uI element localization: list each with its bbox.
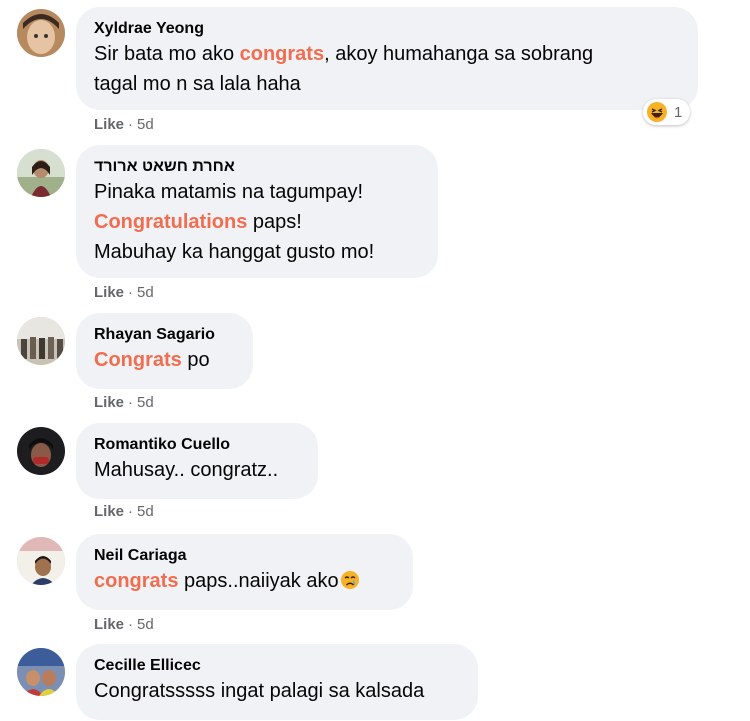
comment-author[interactable]: Cecille Ellicec — [94, 644, 460, 676]
comment-text: Congrats po — [94, 349, 210, 371]
avatar[interactable] — [17, 9, 65, 57]
comment-text: tagal mo n sa lala haha — [94, 73, 301, 95]
reaction-badge[interactable]: 1 — [643, 99, 691, 125]
comment-bubble: Romantiko Cuello Mahusay.. congratz.. — [76, 423, 318, 499]
highlighted-text: Congrats — [94, 349, 182, 371]
comment-meta: Like · 5d — [94, 616, 154, 633]
comment-text: Congratsssss ingat palagi sa kalsada — [94, 680, 425, 702]
avatar[interactable] — [17, 149, 65, 197]
avatar[interactable] — [17, 427, 65, 475]
comment-bubble: Neil Cariaga congrats paps..naiiyak ako — [76, 534, 413, 610]
comment-author[interactable]: Romantiko Cuello — [94, 423, 300, 455]
avatar[interactable] — [17, 317, 65, 365]
comment-author[interactable]: Xyldrae Yeong — [94, 7, 680, 39]
like-link[interactable]: Like — [94, 503, 124, 520]
timestamp[interactable]: 5d — [137, 284, 154, 301]
like-link[interactable]: Like — [94, 394, 124, 411]
comment-meta: Like · 5d — [94, 284, 154, 301]
comment-author[interactable]: Neil Cariaga — [94, 534, 395, 566]
comment-text: Sir bata mo ako congrats, akoy humahanga… — [94, 43, 594, 65]
timestamp[interactable]: 5d — [137, 394, 154, 411]
timestamp[interactable]: 5d — [137, 503, 154, 520]
comment-bubble: Cecille Ellicec Congratsssss ingat palag… — [76, 644, 478, 720]
highlighted-text: Congratulations — [94, 211, 248, 233]
comment-text: Congratulations paps! — [94, 211, 302, 233]
like-link[interactable]: Like — [94, 116, 124, 133]
comment-text: congrats paps..naiiyak ako — [94, 566, 395, 596]
timestamp[interactable]: 5d — [137, 116, 154, 133]
avatar[interactable] — [17, 537, 65, 585]
comment-meta: Like · 5d — [94, 503, 154, 520]
like-link[interactable]: Like — [94, 616, 124, 633]
crying-face-icon — [340, 571, 359, 589]
comment-text: Mahusay.. congratz.. — [94, 459, 279, 481]
laugh-emoji-icon — [647, 102, 667, 122]
highlighted-text: congrats — [94, 570, 179, 592]
timestamp[interactable]: 5d — [137, 616, 154, 633]
comment-text: Pinaka matamis na tagumpay! — [94, 181, 364, 203]
avatar[interactable] — [17, 648, 65, 696]
reaction-count: 1 — [674, 103, 683, 121]
comment-bubble: Xyldrae Yeong Sir bata mo ako congrats, … — [76, 7, 698, 110]
comment-author[interactable]: Rhayan Sagario — [94, 313, 235, 345]
highlighted-text: congrats — [239, 43, 325, 65]
comment-author[interactable]: אחרת חשאט ארורד — [94, 145, 420, 177]
comment-meta: Like · 5d — [94, 394, 154, 411]
like-link[interactable]: Like — [94, 284, 124, 301]
comment-text: Mabuhay ka hanggat gusto mo! — [94, 241, 375, 263]
comment-bubble: Rhayan Sagario Congrats po — [76, 313, 253, 389]
comment-meta: Like · 5d — [94, 116, 154, 133]
comment-bubble: אחרת חשאט ארורד Pinaka matamis na tagump… — [76, 145, 438, 278]
